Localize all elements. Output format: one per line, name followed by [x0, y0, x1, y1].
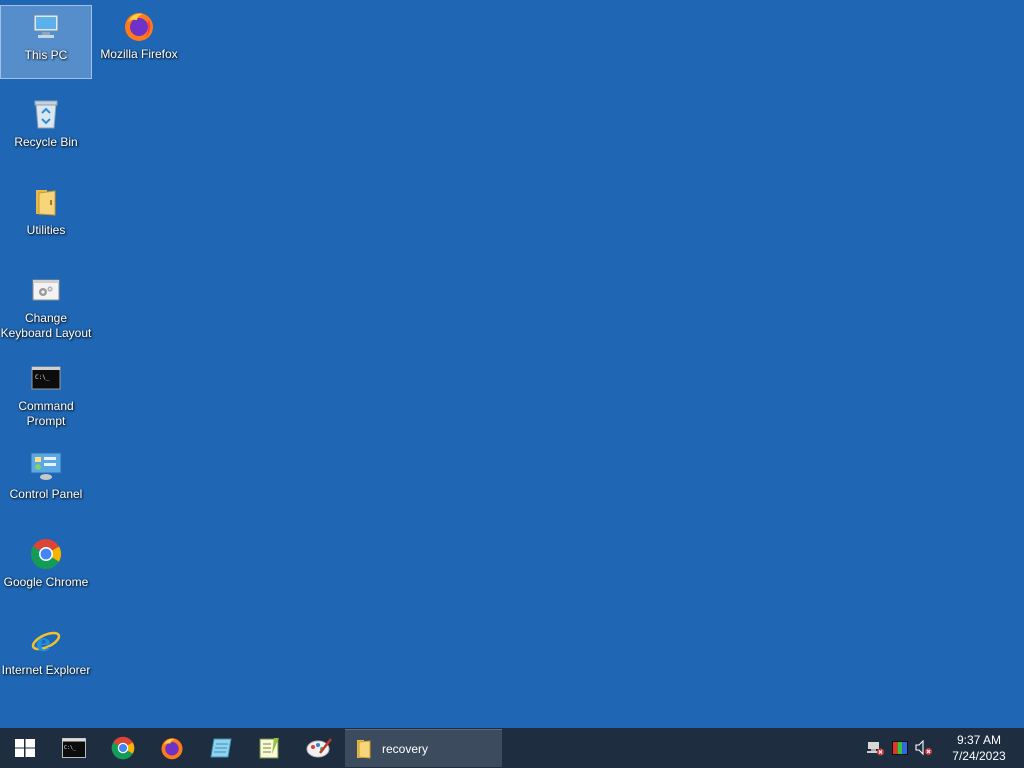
desktop-icon-label: Control Panel [9, 487, 83, 501]
desktop-icon-label: Google Chrome [3, 575, 89, 589]
computer-icon [29, 10, 63, 44]
control-panel-icon [29, 449, 63, 483]
network-error-icon [867, 742, 884, 756]
taskbar-clock[interactable]: 9:37 AM 7/24/2023 [940, 732, 1018, 764]
desktop-icon-label: This PC [24, 48, 68, 62]
volume-control[interactable] [912, 728, 936, 768]
svg-text:C:\_: C:\_ [64, 745, 77, 751]
taskbar-notepad-plus-plus[interactable] [245, 728, 294, 768]
desktop-icon-label: Internet Explorer [1, 663, 91, 677]
folder-icon [357, 739, 371, 759]
taskbar: C:\_ recovery 9:37 AM 7/24/2023 [0, 728, 1024, 768]
taskbar-window-recovery[interactable]: recovery [345, 729, 502, 767]
start-icon [14, 739, 35, 757]
notepad-icon [209, 738, 232, 758]
desktop-icon-firefox[interactable]: Mozilla Firefox [93, 5, 185, 79]
command-prompt-icon: C:\_ [61, 738, 86, 758]
chrome-icon [29, 537, 63, 571]
desktop-icon-recycle-bin[interactable]: Recycle Bin [0, 93, 92, 167]
desktop-icon-control-panel[interactable]: Control Panel [0, 445, 92, 519]
display-status[interactable] [888, 728, 912, 768]
desktop-icon-label: Command Prompt [18, 399, 74, 428]
taskbar-notepad[interactable] [196, 728, 245, 768]
recycle-bin-icon [29, 97, 63, 131]
taskbar-chrome[interactable] [98, 728, 147, 768]
desktop-icon-label: Mozilla Firefox [100, 47, 178, 61]
desktop: This PC Mozilla Firefox Recycle Bin Util… [0, 0, 1024, 728]
command-prompt-icon: C:\_ [29, 361, 63, 395]
desktop-icon-google-chrome[interactable]: Google Chrome [0, 533, 92, 607]
firefox-icon [161, 738, 182, 760]
firefox-icon [122, 9, 156, 43]
svg-text:C:\_: C:\_ [35, 374, 50, 381]
folder-icon [29, 185, 63, 219]
taskbar-paint[interactable] [294, 728, 343, 768]
desktop-icon-command-prompt[interactable]: C:\_ Command Prompt [0, 357, 92, 431]
paint-icon [306, 738, 332, 758]
color-display-icon [892, 741, 908, 755]
taskbar-firefox[interactable] [147, 728, 196, 768]
desktop-icon-label: Recycle Bin [14, 135, 78, 149]
system-tray: 9:37 AM 7/24/2023 [864, 728, 1024, 768]
clock-date: 7/24/2023 [952, 749, 1006, 763]
desktop-icon-label: Change Keyboard Layout [0, 311, 92, 340]
volume-muted-icon [915, 740, 932, 756]
taskbar-command-prompt[interactable]: C:\_ [49, 728, 98, 768]
desktop-icon-utilities[interactable]: Utilities [0, 181, 92, 255]
desktop-icon-this-pc[interactable]: This PC [0, 5, 92, 79]
keyboard-settings-icon [29, 273, 63, 307]
taskbar-window-label: recovery [382, 741, 429, 756]
desktop-icon-label: Utilities [26, 223, 66, 237]
desktop-icon-internet-explorer[interactable]: e Internet Explorer [0, 621, 92, 695]
notepad-plus-icon [259, 738, 279, 759]
clock-time: 9:37 AM [956, 733, 1002, 747]
network-status[interactable] [864, 728, 888, 768]
desktop-icon-change-keyboard-layout[interactable]: Change Keyboard Layout [0, 269, 92, 343]
chrome-icon [111, 736, 134, 760]
internet-explorer-icon: e [29, 625, 63, 659]
start-button[interactable] [0, 728, 49, 768]
svg-text:e: e [36, 628, 51, 657]
